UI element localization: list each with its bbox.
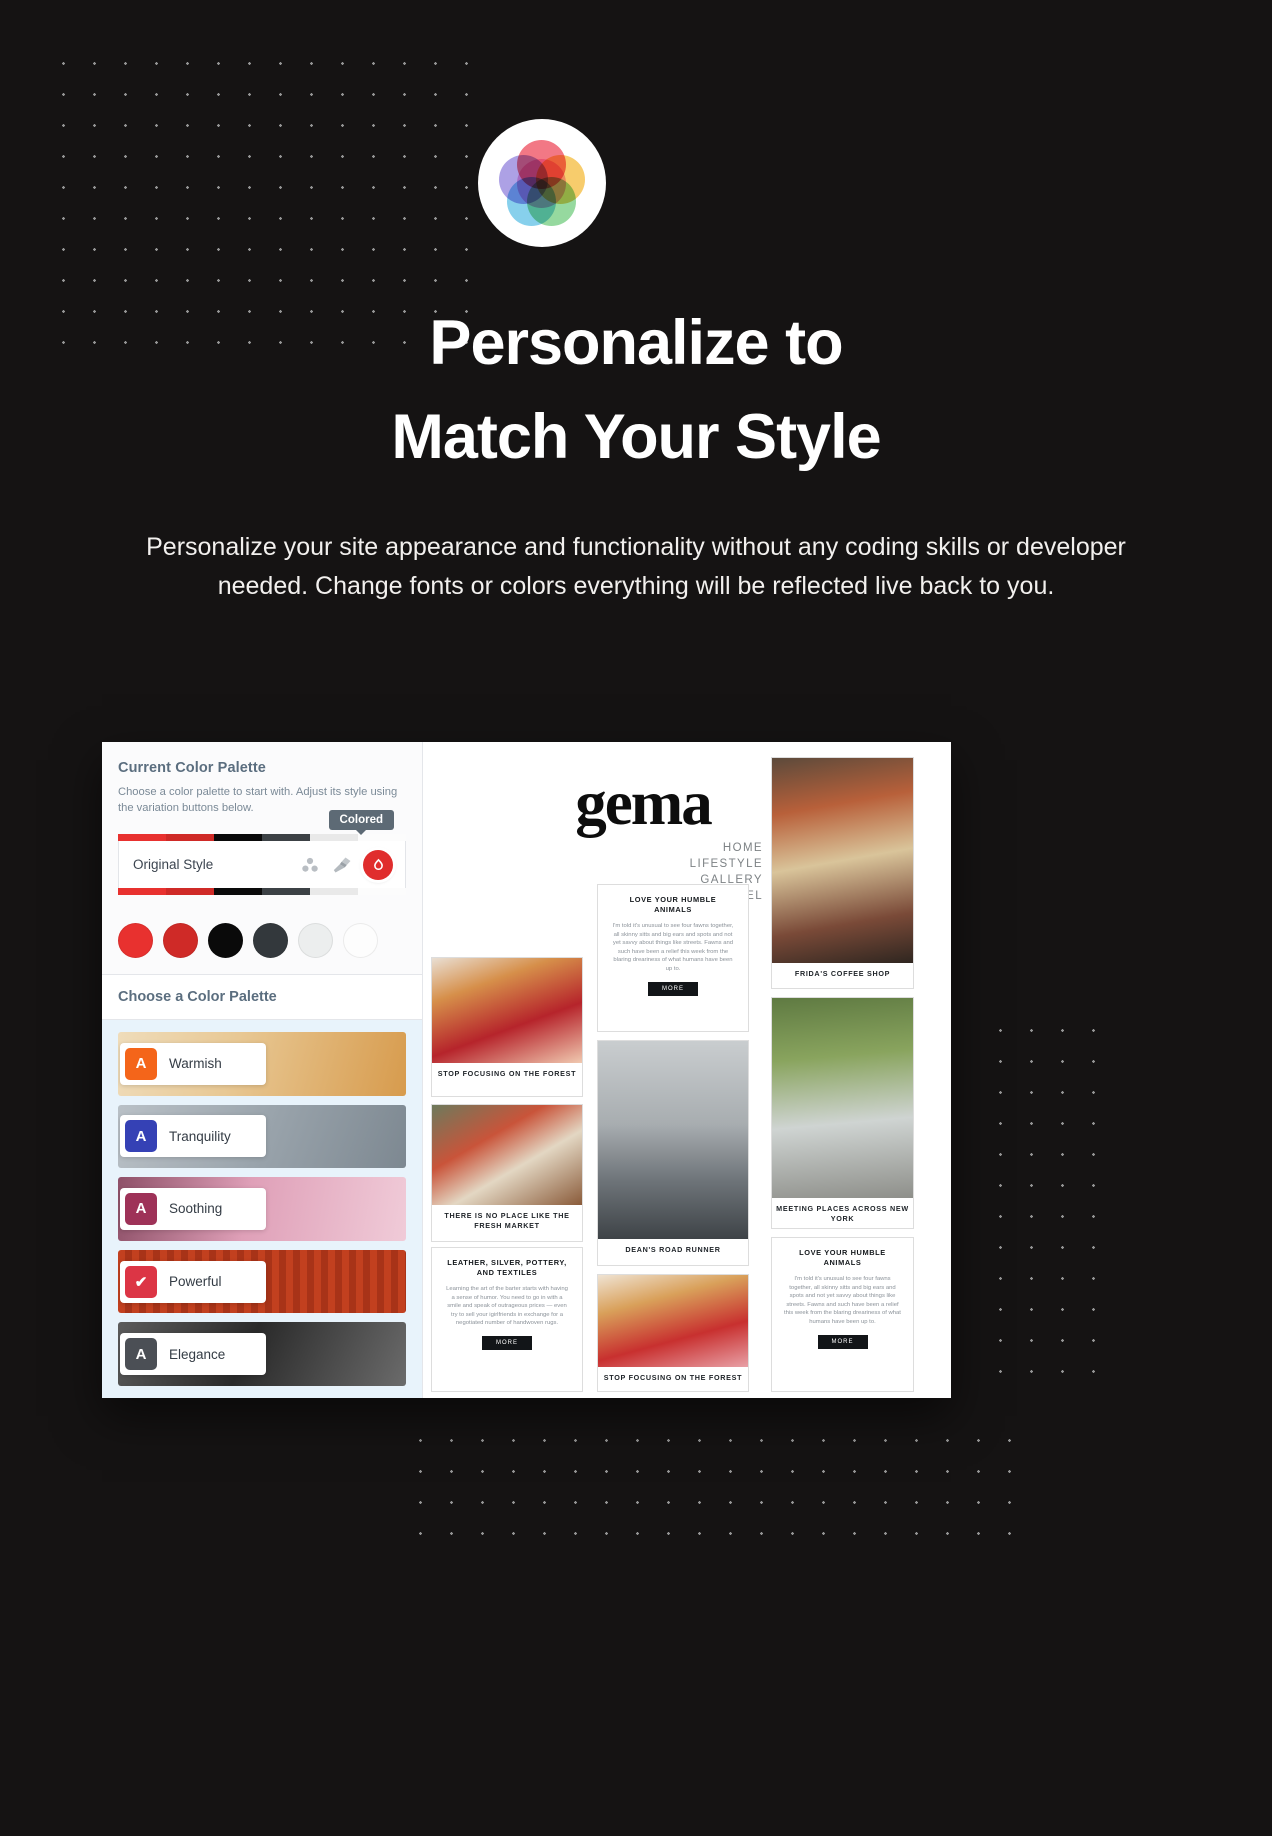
more-button[interactable]: MORE xyxy=(817,1334,868,1349)
page-title-line2: Match Your Style xyxy=(391,402,881,472)
preview-article-humble-animals-top[interactable]: LOVE YOUR HUMBLE ANIMALS I'm told it's u… xyxy=(597,884,749,1032)
original-style-row[interactable]: Original Style xyxy=(118,841,406,888)
article-body: LEATHER, SILVER, POTTERY, AND TEXTILES L… xyxy=(432,1248,582,1360)
color-wheel-logo xyxy=(478,119,606,247)
swatch-5[interactable] xyxy=(298,923,333,958)
card-image xyxy=(598,1275,748,1367)
preview-card-deans-road[interactable]: DEAN'S ROAD RUNNER xyxy=(597,1040,749,1266)
article-body: LOVE YOUR HUMBLE ANIMALS I'm told it's u… xyxy=(598,885,748,1006)
list-item[interactable]: A Elegance xyxy=(118,1322,406,1386)
article-title: LOVE YOUR HUMBLE ANIMALS xyxy=(799,1248,886,1267)
card-caption: STOP FOCUSING ON THE FOREST xyxy=(437,1069,577,1078)
paint-brush-icon[interactable] xyxy=(331,854,353,876)
landing-page: Personalize to Match Your Style Personal… xyxy=(0,0,1272,1836)
article-text: I'm told it's unusual to see four fawns … xyxy=(784,1276,901,1325)
article-title: LEATHER, SILVER, POTTERY, AND TEXTILES xyxy=(447,1258,567,1277)
page-title: Personalize to Match Your Style xyxy=(0,296,1272,484)
list-item[interactable]: A Tranquility xyxy=(118,1104,406,1169)
card-caption: FRIDA'S COFFEE SHOP xyxy=(794,969,891,978)
original-style-block: Colored Original Style xyxy=(118,810,406,895)
preview-card-flowers-2[interactable]: STOP FOCUSING ON THE FOREST xyxy=(597,1274,749,1392)
original-style-label: Original Style xyxy=(133,857,214,872)
dot-grid-bottom xyxy=(405,1425,1030,1555)
palette-badge-checked: ✔ xyxy=(125,1265,157,1298)
palette-label: Elegance xyxy=(169,1346,226,1362)
card-image xyxy=(598,1041,748,1239)
palette-chip: A Warmish xyxy=(120,1042,266,1085)
palette-stripe-top xyxy=(118,834,406,841)
preview-card-fresh-market[interactable]: THERE IS NO PLACE LIKE THE FRESH MARKET xyxy=(431,1104,583,1242)
swatch-1[interactable] xyxy=(118,923,153,958)
palette-chip: A Tranquility xyxy=(120,1115,266,1158)
list-item[interactable]: A Warmish xyxy=(118,1032,406,1096)
palette-list: A Warmish A Tranquility A Soothing ✔ Pow… xyxy=(102,1020,422,1398)
article-text: I'm told it's unusual to see four fawns … xyxy=(612,923,734,972)
current-palette-section: Current Color Palette Choose a color pal… xyxy=(102,742,422,909)
preview-card-flowers-shop[interactable]: STOP FOCUSING ON THE FOREST xyxy=(431,957,583,1097)
card-image xyxy=(432,958,582,1063)
preview-card-bikes-ny[interactable]: MEETING PLACES ACROSS NEW YORK xyxy=(771,997,914,1229)
card-caption: STOP FOCUSING ON THE FOREST xyxy=(603,1373,743,1382)
palette-stripe-bottom xyxy=(118,888,406,895)
preview-grid: STOP FOCUSING ON THE FOREST THERE IS NO … xyxy=(423,742,951,1398)
palette-chip: ✔ Powerful xyxy=(120,1260,266,1303)
card-caption: DEAN'S ROAD RUNNER xyxy=(625,1245,721,1254)
article-title: LOVE YOUR HUMBLE ANIMALS xyxy=(629,895,717,914)
palette-chip: A Soothing xyxy=(120,1187,266,1230)
list-item[interactable]: ✔ Powerful xyxy=(118,1249,406,1314)
article-body: LOVE YOUR HUMBLE ANIMALS I'm told it's u… xyxy=(772,1238,913,1359)
swatch-6[interactable] xyxy=(343,923,378,958)
swatch-3[interactable] xyxy=(208,923,243,958)
swatch-4[interactable] xyxy=(253,923,288,958)
palette-swatch-row xyxy=(102,909,422,974)
palette-label: Warmish xyxy=(169,1056,222,1072)
live-preview: gema HOME LIFESTYLE GALLERY TRAVEL STOP … xyxy=(423,742,951,1398)
list-item[interactable]: A Soothing xyxy=(118,1177,406,1241)
card-image xyxy=(772,998,913,1198)
more-button[interactable]: MORE xyxy=(648,981,698,996)
article-text: Learning the art of the barter starts wi… xyxy=(446,1286,568,1327)
preview-article-leather-silver[interactable]: LEATHER, SILVER, POTTERY, AND TEXTILES L… xyxy=(431,1247,583,1392)
palette-badge: A xyxy=(125,1338,157,1371)
palette-badge: A xyxy=(125,1192,157,1225)
dot-grid-right xyxy=(985,1015,1115,1400)
preview-card-coffee-shop[interactable]: FRIDA'S COFFEE SHOP xyxy=(771,757,914,989)
choose-palette-heading: Choose a Color Palette xyxy=(102,974,422,1020)
palette-label: Soothing xyxy=(169,1201,223,1217)
palette-label: Tranquility xyxy=(169,1128,231,1144)
palette-badge: A xyxy=(125,1120,157,1153)
card-caption: THERE IS NO PLACE LIKE THE FRESH MARKET xyxy=(444,1211,570,1230)
color-wheel-petals xyxy=(499,140,585,226)
page-title-line1: Personalize to xyxy=(429,308,843,378)
palette-chip: A Elegance xyxy=(120,1333,266,1376)
current-palette-heading: Current Color Palette xyxy=(118,760,266,776)
palette-badge: A xyxy=(125,1047,157,1080)
preview-article-humble-animals-bottom[interactable]: LOVE YOUR HUMBLE ANIMALS I'm told it's u… xyxy=(771,1237,914,1392)
page-description: Personalize your site appearance and fun… xyxy=(146,533,1126,600)
palette-dots-icon[interactable] xyxy=(299,854,321,876)
swatch-2[interactable] xyxy=(163,923,198,958)
more-button[interactable]: MORE xyxy=(482,1335,532,1350)
customizer-screenshot: Current Color Palette Choose a color pal… xyxy=(102,742,951,1398)
customizer-sidebar: Current Color Palette Choose a color pal… xyxy=(102,742,423,1398)
card-caption: MEETING PLACES ACROSS NEW YORK xyxy=(776,1204,909,1223)
card-image xyxy=(772,758,913,963)
color-drop-icon[interactable] xyxy=(363,849,393,880)
card-image xyxy=(432,1105,582,1205)
colored-tooltip: Colored xyxy=(328,810,394,835)
palette-label: Powerful xyxy=(169,1274,222,1290)
